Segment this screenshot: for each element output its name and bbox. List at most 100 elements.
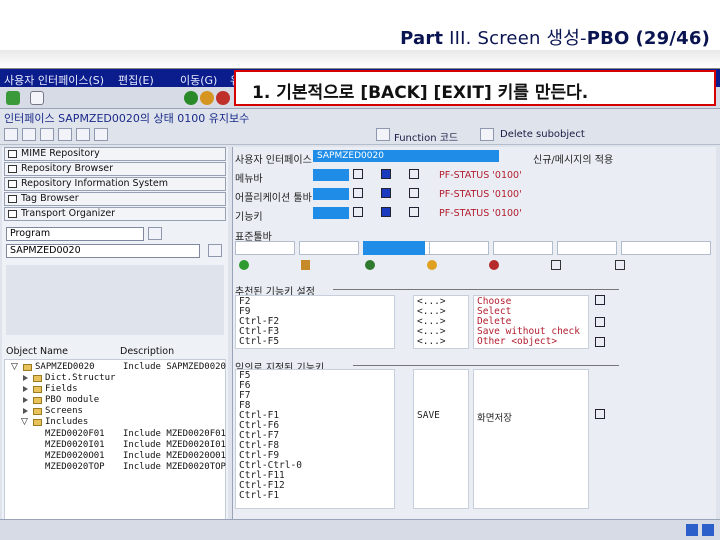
save-function-code[interactable]: SAVE xyxy=(417,410,440,421)
tree-row[interactable]: MZED0020I01 Include MZED0020I01 xyxy=(9,440,231,451)
menubar-doc-icon[interactable] xyxy=(353,169,363,179)
status-scroll-icon[interactable] xyxy=(686,524,698,536)
tree-name: PBO module xyxy=(45,395,100,405)
app-toolbar-doc-icon[interactable] xyxy=(353,188,363,198)
tree-row[interactable]: MZED0020F01 Include MZED0020F01 xyxy=(9,429,231,440)
function-keys-label: 기능키 xyxy=(235,212,263,223)
cancel-icon[interactable] xyxy=(489,260,499,270)
tree-row[interactable]: MZED0020TOP Include MZED0020TOP xyxy=(9,462,231,473)
ui-program-field[interactable]: SAPMZED0020 xyxy=(313,150,499,162)
object-type-dropdown-icon[interactable] xyxy=(148,227,162,240)
display-change-icon[interactable] xyxy=(22,128,36,141)
tree-row[interactable]: ▽ Includes xyxy=(9,417,231,428)
save-function-text[interactable]: 화면저장 xyxy=(477,410,512,424)
gui-status-editor: 사용자 인터페이스 SAPMZED0020 신규/메시지의 적용 메뉴바 PF-… xyxy=(232,147,716,537)
std-toolbar-slot[interactable] xyxy=(299,241,359,255)
tree-row[interactable]: MZED0020O01 Include MZED0020O01 xyxy=(9,451,231,462)
mime-icon xyxy=(8,150,17,158)
app-toolbar-label: 어플리케이션 툴바 xyxy=(235,193,312,204)
where-used-icon[interactable] xyxy=(58,128,72,141)
delete-subobject-icon[interactable] xyxy=(480,128,494,141)
menu-edit[interactable]: 편집(E) xyxy=(118,72,154,88)
hierarchy-icon[interactable] xyxy=(76,128,90,141)
recommended-doc-icon[interactable] xyxy=(595,317,605,327)
function-keys-status: PF-STATUS '0100' xyxy=(439,208,522,219)
tree-desc: Include SAPMZED0020 xyxy=(123,362,226,372)
std-toolbar-slot[interactable] xyxy=(621,241,711,255)
folder-icon xyxy=(33,419,42,426)
std-toolbar-slot[interactable] xyxy=(493,241,553,255)
std-toolbar-slot[interactable] xyxy=(235,241,295,255)
object-tree: ▽ SAPMZED0020 Include SAPMZED0020 Dict.S… xyxy=(4,359,226,537)
nav-tag-browser[interactable]: Tag Browser xyxy=(4,192,226,206)
menubar-label: 메뉴바 xyxy=(235,174,263,185)
std-toolbar-selected-slot[interactable] xyxy=(363,241,425,255)
menu-user-interface[interactable]: 사용자 인터페이스(S) xyxy=(4,72,104,88)
function-keys-doc-icon[interactable] xyxy=(353,207,363,217)
menu-goto[interactable]: 이동(G) xyxy=(180,72,217,88)
recommended-key[interactable]: Ctrl-F5 xyxy=(239,336,279,347)
enter-icon[interactable] xyxy=(6,91,20,105)
app-toolbar-link-icon[interactable] xyxy=(409,188,419,198)
cancel-icon[interactable] xyxy=(216,91,230,105)
object-name-input[interactable]: SAPMZED0020 xyxy=(6,244,200,258)
recommended-doc-icon[interactable] xyxy=(595,337,605,347)
tree-row[interactable]: Fields xyxy=(9,384,231,395)
tree-desc: Include MZED0020I01 xyxy=(123,440,226,450)
nav-label: MIME Repository xyxy=(21,148,100,159)
recommended-mid: <...> xyxy=(417,336,446,347)
menubar-link-icon[interactable] xyxy=(409,169,419,179)
object-type-select[interactable]: Program xyxy=(6,227,144,241)
print-icon[interactable] xyxy=(551,260,561,270)
sap-window: 사용자 인터페이스(S) 편집(E) 이동(G) 유 인터페이스 SAPMZED… xyxy=(0,68,720,540)
nav-repository-info-system[interactable]: Repository Information System xyxy=(4,177,226,191)
function-keys-link-icon[interactable] xyxy=(409,207,419,217)
toggle-icon[interactable] xyxy=(4,128,18,141)
nav-repository-browser[interactable]: Repository Browser xyxy=(4,162,226,176)
nav-mime-repository[interactable]: MIME Repository xyxy=(4,147,226,161)
tree-row[interactable]: ▽ SAPMZED0020 Include SAPMZED0020 xyxy=(9,362,231,373)
exit-icon[interactable] xyxy=(200,91,214,105)
free-key[interactable]: Ctrl-F1 xyxy=(239,490,279,501)
tree-desc: Include MZED0020O01 xyxy=(123,451,226,461)
find-icon[interactable] xyxy=(615,260,625,270)
function-code-button[interactable]: Function 코드 xyxy=(394,129,458,144)
nav-label: Repository Browser xyxy=(21,163,114,174)
save-icon[interactable] xyxy=(301,260,310,270)
function-keys-expand[interactable] xyxy=(313,207,349,219)
tree-row[interactable]: Screens xyxy=(9,406,231,417)
tree-name: MZED0020O01 xyxy=(45,451,105,461)
display-object-icon[interactable] xyxy=(208,244,222,257)
info-system-icon xyxy=(8,180,17,188)
expand-icon xyxy=(23,397,28,403)
collapse-icon: ▽ xyxy=(21,417,28,427)
back-icon[interactable] xyxy=(365,260,375,270)
menubar-expand[interactable] xyxy=(313,169,349,181)
std-toolbar-slot[interactable] xyxy=(557,241,617,255)
tree-name: MZED0020I01 xyxy=(45,440,105,450)
tree-row[interactable]: PBO module xyxy=(9,395,231,406)
window-icon[interactable] xyxy=(94,128,108,141)
back-icon[interactable] xyxy=(184,91,198,105)
browser-icon xyxy=(8,165,17,173)
app-toolbar-expand[interactable] xyxy=(313,188,349,200)
std-toolbar-slot[interactable] xyxy=(429,241,489,255)
activate-icon[interactable] xyxy=(40,128,54,141)
save-doc-icon[interactable] xyxy=(595,409,605,419)
exit-icon[interactable] xyxy=(427,260,437,270)
tree-name: Includes xyxy=(45,417,89,427)
menubar-info-icon[interactable] xyxy=(381,169,391,179)
tree-name: Screens xyxy=(45,406,83,416)
folder-icon xyxy=(33,397,42,404)
delete-subobject-button[interactable]: Delete subobject xyxy=(500,129,585,140)
function-code-icon[interactable] xyxy=(376,128,390,141)
function-keys-info-icon[interactable] xyxy=(381,207,391,217)
recommended-doc-icon[interactable] xyxy=(595,295,605,305)
command-field[interactable] xyxy=(30,91,44,105)
nav-transport-organizer[interactable]: Transport Organizer xyxy=(4,207,226,221)
tree-name: Dict.Structur xyxy=(45,373,116,383)
enter-icon[interactable] xyxy=(239,260,249,270)
app-toolbar-info-icon[interactable] xyxy=(381,188,391,198)
tree-row[interactable]: Dict.Structur xyxy=(9,373,231,384)
status-scroll-icon[interactable] xyxy=(702,524,714,536)
